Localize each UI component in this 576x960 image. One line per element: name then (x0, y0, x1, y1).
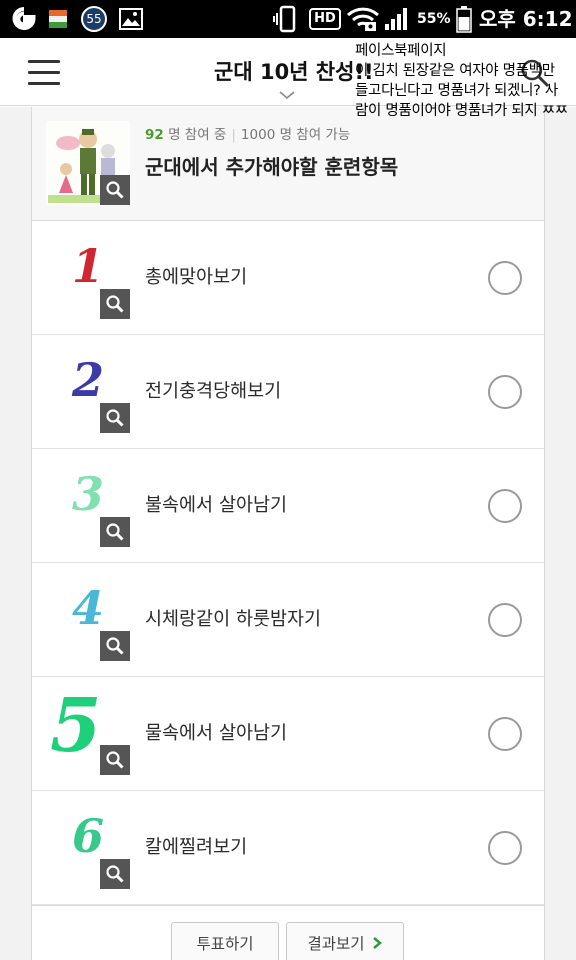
poll-actions: 투표하기 결과보기 (32, 905, 544, 960)
option-number-image: 2 (72, 353, 105, 407)
overlay-caption-body: 이 김치 된장같은 여자야 명품백만 들고다닌다고 명품녀가 되겠니? 사람이 … (355, 63, 568, 119)
option-number-image: 1 (72, 239, 105, 293)
wifi-icon (345, 0, 381, 38)
option-image[interactable]: 3 (48, 467, 130, 547)
poll-participation: 92 명 참여 중 | 1000 명 참여 가능 (145, 123, 350, 143)
zoom-icon[interactable] (100, 859, 130, 889)
vote-button[interactable]: 투표하기 (171, 922, 279, 960)
option-radio[interactable] (488, 603, 522, 637)
divider: | (231, 127, 236, 143)
option-radio[interactable] (488, 831, 522, 865)
zoom-icon[interactable] (100, 745, 130, 775)
option-number-image: 6 (72, 809, 105, 863)
option-image[interactable]: 4 (48, 581, 130, 661)
zoom-icon[interactable] (100, 517, 130, 547)
notification-count-badge: 55 (80, 0, 108, 38)
signal-strength-icon (382, 0, 412, 38)
page-title: 군대 10년 찬성!! (214, 60, 374, 84)
zoom-icon[interactable] (100, 175, 130, 205)
option-image[interactable]: 1 (48, 239, 130, 319)
poll-option[interactable]: 1 총에맞아보기 (32, 221, 544, 335)
poll-option[interactable]: 4 시체랑같이 하룻밤자기 (32, 563, 544, 677)
chevron-right-icon (372, 937, 382, 949)
status-bar: 55 HD 55% 오후 6:12 (0, 0, 576, 38)
option-radio[interactable] (488, 375, 522, 409)
zoom-icon[interactable] (100, 289, 130, 319)
chevron-down-icon[interactable] (278, 90, 296, 100)
zoom-icon[interactable] (100, 631, 130, 661)
poll-option[interactable]: 3 불속에서 살아남기 (32, 449, 544, 563)
poll-option[interactable]: 5 물속에서 살아남기 (32, 677, 544, 791)
participant-suffix: 명 참여 중 (168, 127, 227, 143)
option-number-image: 5 (50, 683, 102, 769)
option-number-image: 4 (72, 581, 105, 635)
battery-icon (454, 0, 474, 38)
capacity-text: 1000 명 참여 가능 (240, 127, 351, 143)
option-label: 시체랑같이 하룻밤자기 (145, 609, 322, 630)
option-image[interactable]: 5 (48, 689, 130, 775)
option-label: 전기충격당해보기 (145, 381, 282, 402)
option-label: 총에맞아보기 (145, 267, 248, 288)
poll-card: 92 명 참여 중 | 1000 명 참여 가능 군대에서 추가해야할 훈련항목 1… (31, 107, 545, 960)
overlay-caption-line1: 페이스북페이지 (355, 43, 447, 59)
clock: 오후 6:12 (479, 7, 573, 31)
option-radio[interactable] (488, 489, 522, 523)
option-radio[interactable] (488, 717, 522, 751)
poll-option[interactable]: 6 칼에찔려보기 (32, 791, 544, 905)
hd-voice-icon: HD (308, 0, 342, 38)
overlay-caption: 페이스북페이지 이 김치 된장같은 여자야 명품백만 들고다닌다고 명품녀가 되… (355, 41, 570, 121)
option-number-image: 3 (72, 467, 105, 521)
poll-option[interactable]: 2 전기충격당해보기 (32, 335, 544, 449)
option-image[interactable]: 2 (48, 353, 130, 433)
carrier-logo-icon (10, 0, 38, 38)
option-label: 불속에서 살아남기 (145, 495, 288, 516)
option-label: 칼에찔려보기 (145, 837, 248, 858)
gallery-icon (118, 0, 144, 38)
zoom-icon[interactable] (100, 403, 130, 433)
results-button[interactable]: 결과보기 (286, 922, 404, 960)
poll-header: 92 명 참여 중 | 1000 명 참여 가능 군대에서 추가해야할 훈련항목 (32, 107, 544, 221)
vibrate-icon (272, 0, 302, 38)
option-label: 물속에서 살아남기 (145, 723, 288, 744)
battery-percent: 55% (417, 11, 451, 27)
option-radio[interactable] (488, 261, 522, 295)
poll-thumbnail[interactable] (46, 121, 130, 205)
results-button-label: 결과보기 (307, 935, 365, 953)
option-image[interactable]: 6 (48, 809, 130, 889)
app-notification-icon (46, 0, 70, 38)
participant-count: 92 (145, 127, 164, 143)
menu-icon[interactable] (28, 60, 60, 86)
poll-question: 군대에서 추가해야할 훈련항목 (145, 155, 399, 179)
